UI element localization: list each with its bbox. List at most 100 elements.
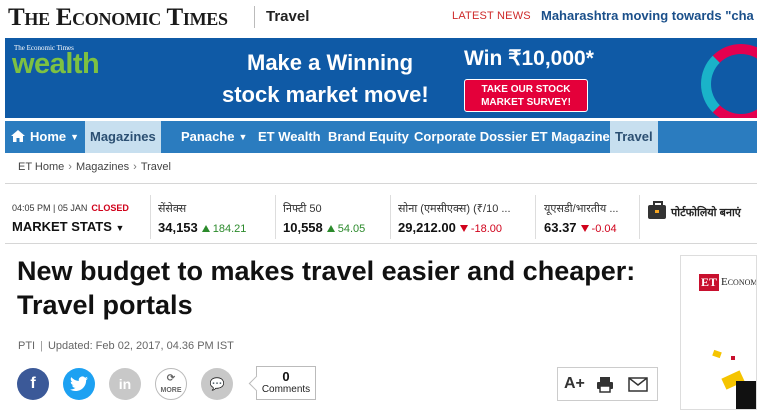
breadcrumb-divider: [5, 183, 757, 184]
market-change: -0.04: [580, 223, 617, 235]
side-ad-decoration: [731, 356, 735, 360]
twitter-share-button[interactable]: [63, 368, 95, 400]
arrow-down-icon: [580, 225, 589, 232]
market-divider: [639, 195, 640, 239]
wealth-banner-ad[interactable]: The Economic Times wealth Make a Winning…: [5, 38, 757, 118]
breadcrumb: ET Home › Magazines › Travel: [18, 161, 171, 173]
survey-cta-button[interactable]: TAKE OUR STOCK MARKET SURVEY!: [464, 79, 588, 112]
nav-item-brand-equity[interactable]: Brand Equity: [323, 121, 414, 153]
chevron-down-icon: ▼: [115, 223, 125, 233]
nav-item-travel[interactable]: Travel: [610, 121, 658, 153]
side-ad-decoration: [736, 381, 756, 409]
side-ad[interactable]: ET Economic: [680, 255, 757, 410]
market-value: 29,212.00: [398, 220, 456, 235]
market-change-value: 184.21: [212, 223, 247, 235]
banner-wealth-logo: wealth: [12, 48, 100, 80]
market-gold[interactable]: सोना (एमसीएक्स) (₹/10 ... 29,212.00 -18.0…: [398, 201, 518, 235]
market-change-value: 54.05: [337, 223, 366, 235]
article-updated: Updated: Feb 02, 2017, 04.36 PM IST: [47, 340, 234, 352]
breadcrumb-separator: ›: [68, 161, 72, 173]
breadcrumb-travel[interactable]: Travel: [141, 161, 171, 173]
nav-item-magazines[interactable]: Magazines: [85, 121, 161, 153]
site-header: The Economic Times Travel LATEST NEWS Ma…: [0, 0, 757, 36]
market-name: सोना (एमसीएक्स) (₹/10 ...: [398, 203, 511, 215]
latest-news-headline[interactable]: Maharashtra moving towards "cha: [541, 8, 754, 23]
side-ad-decoration: [712, 349, 722, 359]
nav-label-panache: Panache: [181, 129, 235, 144]
market-change: 54.05: [326, 223, 366, 235]
comment-icon: 💬: [209, 377, 225, 391]
market-change-value: -0.04: [591, 223, 617, 235]
market-nifty[interactable]: निफ्टी 50 10,558 54.05: [283, 201, 403, 235]
more-share-button[interactable]: ⟳ MORE: [155, 368, 187, 400]
byline-separator: |: [40, 340, 43, 352]
market-bar-divider: [5, 243, 757, 244]
arrow-down-icon: [459, 225, 468, 232]
share-more-icon: ⟳: [166, 373, 176, 384]
market-change-value: -18.00: [470, 223, 503, 235]
breadcrumb-separator: ›: [133, 161, 137, 173]
email-icon[interactable]: [628, 377, 648, 392]
side-ad-et-badge: ET: [699, 274, 720, 291]
banner-prize: Win ₹10,000*: [464, 47, 594, 70]
banner-headline-line1: Make a Winning: [247, 50, 414, 75]
market-sensex[interactable]: सेंसेक्स 34,153 184.21: [158, 201, 278, 235]
market-change: 184.21: [201, 223, 247, 235]
article-headline: New budget to makes travel easier and ch…: [17, 256, 636, 320]
font-size-button[interactable]: A+: [564, 375, 585, 393]
market-value: 34,153: [158, 220, 198, 235]
market-name: यूएसडी/भारतीय ...: [544, 203, 619, 215]
portfolio-label: पोर्टफोलियो बनाएं: [671, 207, 741, 219]
market-time: 04:05 PM | 05 JAN CLOSED: [12, 203, 129, 213]
market-divider: [150, 195, 151, 239]
linkedin-icon: in: [118, 376, 132, 392]
chevron-down-icon: ▼: [238, 132, 248, 142]
linkedin-share-button[interactable]: in: [109, 368, 141, 400]
market-time-text: 04:05 PM | 05 JAN: [12, 203, 88, 213]
nav-item-corporate-dossier[interactable]: Corporate Dossier: [409, 121, 532, 153]
site-logo[interactable]: The Economic Times: [8, 4, 228, 32]
nav-item-panache[interactable]: Panache ▼: [176, 121, 252, 153]
twitter-icon: [70, 376, 88, 392]
print-icon[interactable]: [596, 376, 614, 393]
chevron-down-icon: ▼: [70, 132, 80, 142]
nav-item-et-wealth[interactable]: ET Wealth: [253, 121, 326, 153]
comments-count-box[interactable]: 0 Comments: [256, 366, 316, 400]
market-divider: [390, 195, 391, 239]
market-stats-label: MARKET STATS: [12, 219, 112, 234]
market-change: -18.00: [459, 223, 503, 235]
market-divider: [535, 195, 536, 239]
cta-line2: MARKET SURVEY!: [481, 97, 571, 108]
breadcrumb-magazines[interactable]: Magazines: [76, 161, 129, 173]
header-divider: [254, 6, 255, 28]
market-status: CLOSED: [91, 203, 129, 213]
article-source[interactable]: PTI: [18, 340, 35, 352]
briefcase-icon: [648, 201, 666, 219]
side-ad-brand: Economic: [721, 276, 757, 288]
nav-label-home: Home: [30, 129, 67, 144]
banner-headline-line2: stock market move!: [222, 82, 429, 107]
market-stats-dropdown[interactable]: MARKET STATS ▼: [12, 219, 124, 234]
nav-item-et-magazine[interactable]: ET Magazine: [526, 121, 615, 153]
market-name: सेंसेक्स: [158, 203, 187, 215]
comments-count: 0: [282, 369, 290, 384]
more-label: MORE: [160, 387, 182, 394]
home-icon: [11, 130, 25, 142]
facebook-icon: f: [30, 375, 36, 392]
arrow-up-icon: [326, 225, 335, 232]
market-divider: [275, 195, 276, 239]
cta-line1: TAKE OUR STOCK: [481, 84, 571, 95]
create-portfolio-link[interactable]: पोर्टफोलियो बनाएं: [648, 201, 741, 220]
comments-label: Comments: [261, 384, 311, 395]
banner-decoration: [701, 44, 757, 118]
market-name: निफ्टी 50: [283, 203, 322, 215]
facebook-share-button[interactable]: f: [17, 368, 49, 400]
comment-button[interactable]: 💬: [201, 368, 233, 400]
breadcrumb-et-home[interactable]: ET Home: [18, 161, 64, 173]
market-usd-inr[interactable]: यूएसडी/भारतीय ... 63.37 -0.04: [544, 201, 639, 235]
nav-item-home[interactable]: Home ▼: [5, 121, 84, 153]
market-value: 10,558: [283, 220, 323, 235]
arrow-up-icon: [201, 225, 210, 232]
main-nav: Home ▼ Magazines Panache ▼ ET Wealth Brand…: [5, 121, 757, 153]
section-title[interactable]: Travel: [266, 8, 309, 25]
